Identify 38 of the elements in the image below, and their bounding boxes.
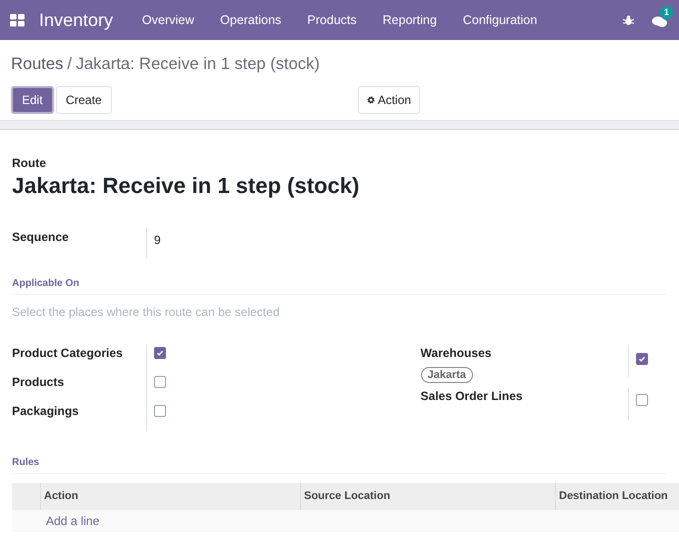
help-text: Select the places where this route can be selected <box>12 304 280 321</box>
apps-menu-icon[interactable] <box>10 14 25 26</box>
field-label: Sales Order Lines <box>420 388 524 404</box>
section-title: Applicable On <box>12 276 667 295</box>
checkbox[interactable] <box>154 347 166 359</box>
app-title[interactable]: Inventory <box>39 6 114 34</box>
field-label: Sequence <box>12 229 70 246</box>
checkbox[interactable] <box>636 353 648 365</box>
create-button[interactable]: Create <box>56 86 112 114</box>
breadcrumb-current: Jakarta: Receive in 1 step (stock) <box>76 54 320 75</box>
nav-menu-item[interactable]: Operations <box>207 10 294 30</box>
check-icon <box>638 355 646 363</box>
edit-button[interactable]: Edit <box>11 86 54 114</box>
field-value: 9 <box>154 233 161 247</box>
gear-icon <box>366 96 375 104</box>
chat-icon[interactable] <box>652 16 667 28</box>
field-label: Products <box>12 374 66 390</box>
field-label: Warehouses <box>420 345 492 361</box>
nav-menu-item[interactable]: Reporting <box>370 10 450 30</box>
tag: Jakarta <box>420 367 474 383</box>
add-line-link[interactable]: Add a line <box>46 512 100 530</box>
checkbox[interactable] <box>154 405 166 417</box>
field-label: Packagings <box>12 403 80 419</box>
breadcrumb-separator: / <box>67 54 72 75</box>
checkbox[interactable] <box>154 376 166 388</box>
nav-menu-item[interactable]: Configuration <box>450 10 550 30</box>
action-button[interactable]: Action <box>358 86 420 114</box>
check-icon <box>156 349 164 357</box>
nav-menu-item[interactable]: Overview <box>129 10 208 30</box>
field-label: Product Categories <box>12 345 124 361</box>
record-title: Jakarta: Receive in 1 step (stock) <box>12 172 360 200</box>
section-title: Rules <box>12 455 667 474</box>
checkbox[interactable] <box>636 394 648 406</box>
bug-icon[interactable] <box>623 14 634 26</box>
breadcrumb-link[interactable]: Routes <box>11 52 64 77</box>
nav-menu-item[interactable]: Products <box>294 10 370 30</box>
notification-badge: 1 <box>660 6 673 19</box>
field-label: Route <box>12 155 47 172</box>
